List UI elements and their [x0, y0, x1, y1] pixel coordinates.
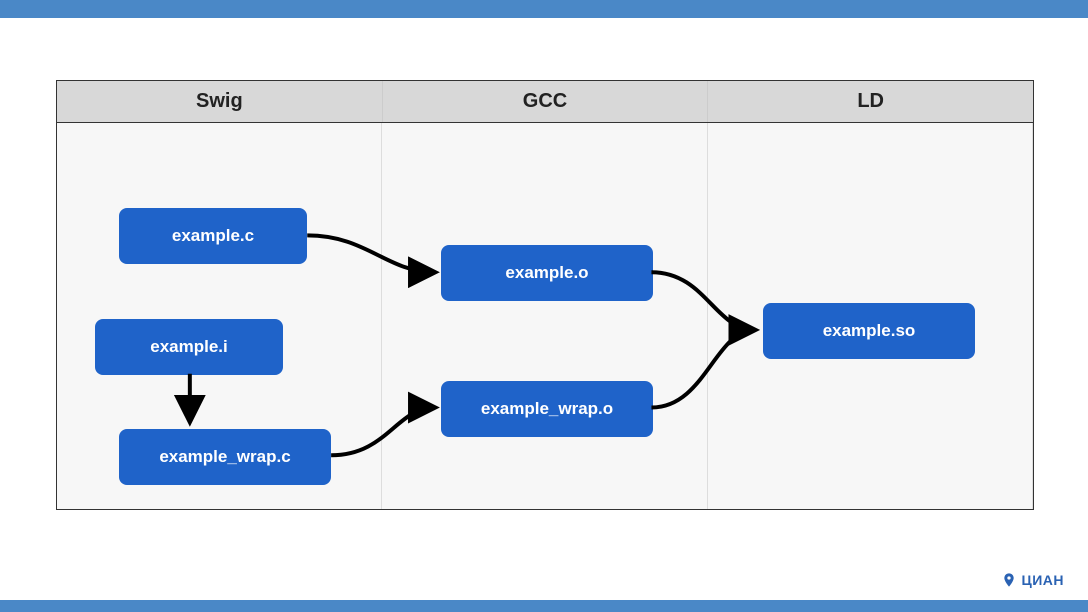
column-gcc: GCC: [383, 81, 709, 122]
column-swig: Swig: [57, 81, 383, 122]
node-example-wrap-o: example_wrap.o: [441, 381, 653, 437]
bottom-bar: [0, 600, 1088, 612]
table-header: Swig GCC LD: [57, 81, 1033, 123]
node-example-i: example.i: [95, 319, 283, 375]
top-bar: [0, 0, 1088, 18]
table-body: example.c example.i example_wrap.c examp…: [57, 123, 1033, 509]
node-example-wrap-c: example_wrap.c: [119, 429, 331, 485]
node-example-o: example.o: [441, 245, 653, 301]
node-example-c: example.c: [119, 208, 307, 264]
node-example-so: example.so: [763, 303, 975, 359]
brand-logo: ЦИАН: [1001, 572, 1064, 588]
column-ld: LD: [708, 81, 1033, 122]
diagram-frame: Swig GCC LD example.c example.i example_…: [56, 80, 1034, 510]
pin-icon: [1001, 572, 1017, 588]
brand-text: ЦИАН: [1021, 572, 1064, 588]
col-body-gcc: [382, 123, 707, 509]
